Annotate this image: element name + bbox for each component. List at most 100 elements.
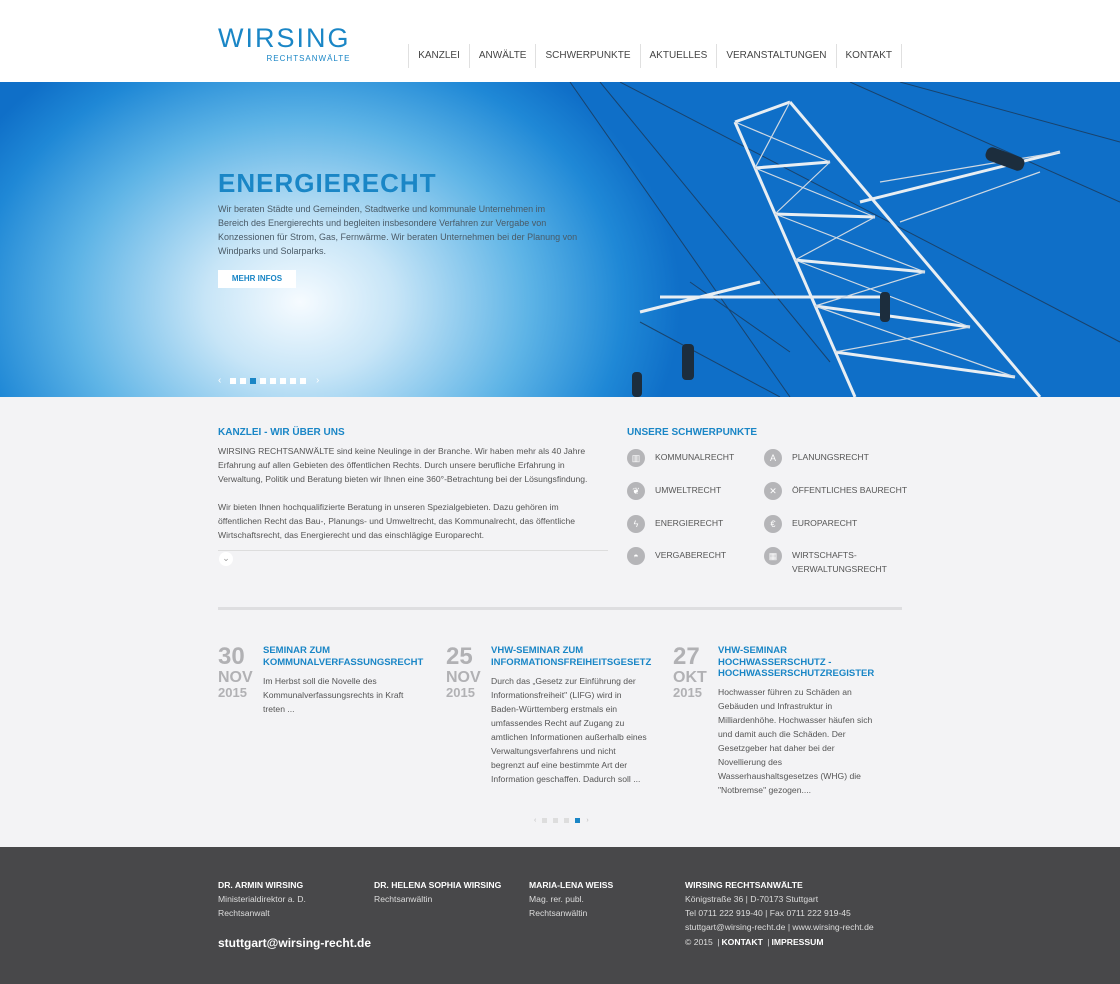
event-text: Hochwasser führen zu Schäden an Gebäuden…	[718, 687, 873, 795]
focus-item-energierecht[interactable]: ϟ ENERGIERECHT	[627, 515, 723, 533]
separator: |	[717, 937, 720, 947]
pager-prev-icon[interactable]: ‹	[534, 817, 536, 824]
focus-label: VERGABERECHT	[655, 550, 727, 560]
person-title: Rechtsanwältin	[374, 894, 433, 904]
nav-aktuelles[interactable]: AKTUELLES	[639, 44, 717, 68]
slider-dot[interactable]	[260, 377, 266, 384]
pager-dot[interactable]	[575, 818, 581, 823]
slider-controls: ‹ ›	[218, 375, 326, 386]
hero-slider: ENERGIERECHT Wir beraten Städte und Geme…	[0, 82, 1120, 397]
site-header: WIRSING RECHTSANWÄLTE KANZLEI ANWÄLTE SC…	[0, 0, 1120, 82]
nav-anwaelte[interactable]: ANWÄLTE	[468, 44, 536, 68]
section-divider	[218, 607, 902, 610]
pager-dot[interactable]	[542, 818, 548, 823]
chevron-down-icon[interactable]: ⌄	[219, 552, 233, 566]
energy-icon: ϟ	[627, 515, 645, 533]
compass-icon: A	[764, 449, 782, 467]
focus-label: KOMMUNALRECHT	[655, 452, 735, 462]
slider-next-icon[interactable]: ›	[316, 375, 326, 386]
logo-wordmark: WIRSING	[218, 23, 351, 53]
nav-kontakt[interactable]: KONTAKT	[835, 44, 902, 68]
more-info-button[interactable]: MEHR INFOS	[218, 270, 296, 288]
focus-label: WIRTSCHAFTS- VERWALTUNGSRECHT	[792, 550, 887, 574]
euro-icon: €	[764, 515, 782, 533]
event-month: OKT	[673, 669, 707, 686]
footer-legal: © 2015 | KONTAKT | IMPRESSUM	[685, 937, 824, 947]
event-day: 25	[446, 643, 473, 670]
slider-dot[interactable]	[230, 377, 236, 384]
focus-label: ENERGIERECHT	[655, 518, 724, 528]
focus-item-baurecht[interactable]: ✕ ÖFFENTLICHES BAURECHT	[764, 482, 907, 500]
footer-contact-link[interactable]: KONTAKT	[721, 937, 762, 947]
about-paragraph-2: Wir bieten Ihnen hochqualifizierte Berat…	[218, 502, 575, 540]
footer-company: WIRSING RECHTSANWÄLTE Königstraße 36 | D…	[685, 878, 874, 934]
event-year: 2015	[446, 685, 475, 700]
focus-item-vergaberecht[interactable]: ◓ VERGABERECHT	[627, 547, 726, 565]
event-title[interactable]: VHW-SEMINAR HOCHWASSERSCHUTZ - HOCHWASSE…	[718, 645, 888, 680]
tools-icon: ✕	[764, 482, 782, 500]
person-title: Ministerialdirektor a. D.	[218, 894, 306, 904]
hero-description: Wir beraten Städte und Gemeinden, Stadtw…	[218, 204, 578, 256]
building-icon: ▥	[627, 449, 645, 467]
about-divider	[218, 550, 608, 551]
logo-tagline: RECHTSANWÄLTE	[266, 54, 351, 63]
event-text: Durch das „Gesetz zur Einführung der Inf…	[491, 676, 647, 784]
about-heading: KANZLEI - WIR ÜBER UNS	[218, 427, 345, 438]
logo[interactable]: WIRSING RECHTSANWÄLTE	[218, 24, 351, 63]
event-day: 27	[673, 643, 700, 670]
slider-dot[interactable]	[290, 377, 296, 384]
nav-veranstaltungen[interactable]: VERANSTALTUNGEN	[716, 44, 835, 68]
event-date: 27 OKT 2015	[673, 644, 713, 700]
focus-label: EUROPARECHT	[792, 518, 858, 528]
person-title: Rechtsanwalt	[218, 908, 270, 918]
event-month: NOV	[446, 669, 481, 686]
separator: |	[767, 937, 770, 947]
slider-dot[interactable]	[270, 377, 276, 384]
slider-dot[interactable]	[240, 377, 246, 384]
event-title[interactable]: VHW-SEMINAR ZUM INFORMATIONSFREIHEITSGES…	[491, 645, 661, 668]
event-date: 30 NOV 2015	[218, 644, 258, 700]
event-title[interactable]: SEMINAR ZUM KOMMUNALVERFASSUNGSRECHT	[263, 645, 433, 668]
event-date: 25 NOV 2015	[446, 644, 486, 700]
pager-dot[interactable]	[553, 818, 559, 823]
focus-label: UMWELTRECHT	[655, 485, 722, 495]
main-nav: KANZLEI ANWÄLTE SCHWERPUNKTE AKTUELLES V…	[408, 44, 902, 68]
nav-schwerpunkte[interactable]: SCHWERPUNKTE	[535, 44, 639, 68]
focus-label: PLANUNGSRECHT	[792, 452, 869, 462]
event-year: 2015	[673, 685, 702, 700]
focus-item-kommunalrecht[interactable]: ▥ KOMMUNALRECHT	[627, 449, 734, 467]
slider-prev-icon[interactable]: ‹	[218, 375, 228, 386]
person-title: Mag. rer. publ.	[529, 894, 584, 904]
person-name: DR. ARMIN WIRSING	[218, 880, 304, 890]
company-name: WIRSING RECHTSANWÄLTE	[685, 880, 803, 890]
nav-kanzlei[interactable]: KANZLEI	[408, 44, 469, 68]
factory-icon: ▦	[764, 547, 782, 565]
footer-person: DR. HELENA SOPHIA WIRSING Rechtsanwältin	[374, 878, 501, 906]
car-icon: ◓	[627, 547, 645, 565]
events-pager: ‹ ›	[531, 817, 592, 824]
event-month: NOV	[218, 669, 253, 686]
focus-label: ÖFFENTLICHES BAURECHT	[792, 485, 908, 495]
person-name: MARIA-LENA WEISS	[529, 880, 614, 890]
footer-person: DR. ARMIN WIRSING Ministerialdirektor a.…	[218, 878, 306, 920]
slider-dot[interactable]	[300, 377, 306, 384]
hero-title: ENERGIERECHT	[218, 168, 437, 198]
focus-item-europarecht[interactable]: € EUROPARECHT	[764, 515, 857, 533]
company-address: Königstraße 36 | D-70173 Stuttgart	[685, 894, 819, 904]
pager-dots	[539, 818, 583, 823]
leaf-icon: ❦	[627, 482, 645, 500]
focus-item-wirtschaftsverwaltungsrecht[interactable]: ▦ WIRTSCHAFTS- VERWALTUNGSRECHT	[764, 547, 887, 576]
pager-dot[interactable]	[564, 818, 570, 823]
about-paragraph-1: WIRSING RECHTSANWÄLTE sind keine Neuling…	[218, 446, 588, 484]
slider-dot[interactable]	[280, 377, 286, 384]
person-title: Rechtsanwältin	[529, 908, 588, 918]
footer-email-link[interactable]: stuttgart@wirsing-recht.de	[218, 936, 371, 950]
event-text: Im Herbst soll die Novelle des Kommunalv…	[263, 676, 404, 714]
company-contact[interactable]: stuttgart@wirsing-recht.de | www.wirsing…	[685, 920, 874, 934]
event-day: 30	[218, 643, 245, 670]
footer-imprint-link[interactable]: IMPRESSUM	[771, 937, 823, 947]
focus-item-umweltrecht[interactable]: ❦ UMWELTRECHT	[627, 482, 721, 500]
focus-item-planungsrecht[interactable]: A PLANUNGSRECHT	[764, 449, 869, 467]
slider-dot[interactable]	[250, 377, 256, 384]
pager-next-icon[interactable]: ›	[586, 817, 588, 824]
